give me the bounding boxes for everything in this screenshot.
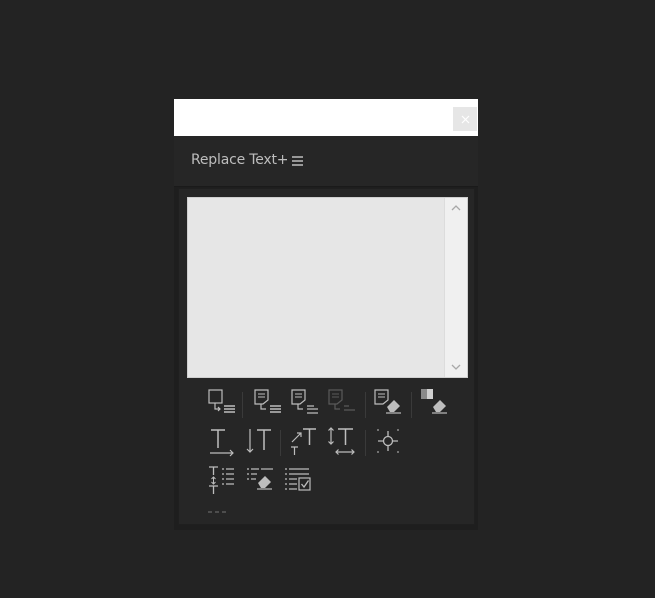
replace-all-text-icon — [328, 389, 355, 411]
checklist-icon — [285, 468, 311, 491]
more-options-icon[interactable] — [207, 510, 227, 514]
toolbar-separator — [242, 392, 243, 418]
replace-layer-text-button[interactable] — [207, 387, 237, 419]
clear-text-eraser-icon — [374, 389, 401, 414]
window-titlebar[interactable] — [174, 99, 478, 136]
vertical-scrollbar[interactable] — [444, 198, 467, 377]
hamburger-menu-icon[interactable] — [292, 155, 303, 167]
replace-text-field[interactable] — [187, 197, 468, 378]
text-tracking-icon — [328, 427, 355, 455]
toolbar-separator — [365, 430, 366, 456]
text-scale-icon — [291, 428, 316, 455]
anchor-crosshair-icon — [377, 429, 399, 453]
close-icon — [461, 115, 469, 123]
clear-list-button[interactable] — [245, 464, 275, 496]
clear-text-button[interactable] — [373, 387, 403, 419]
chevron-down-icon[interactable] — [450, 362, 462, 372]
text-vertical-arrow-icon — [246, 429, 271, 453]
clear-style-button[interactable] — [419, 387, 449, 419]
panel-title: Replace Text+ — [191, 152, 289, 168]
close-button[interactable] — [453, 107, 477, 131]
chevron-up-icon[interactable] — [450, 203, 462, 213]
replace-selected-text-icon — [291, 389, 318, 414]
panel-body — [178, 188, 475, 525]
replace-text-panel: Replace Text+ — [174, 99, 478, 530]
replace-source-text-icon — [254, 389, 281, 413]
text-list-button[interactable] — [207, 464, 237, 496]
clear-style-eraser-icon — [421, 389, 447, 414]
checklist-button[interactable] — [283, 464, 313, 496]
text-direction-vertical-button[interactable] — [245, 425, 275, 457]
replace-all-text-button[interactable] — [327, 387, 357, 419]
replace-layer-text-icon — [208, 389, 235, 413]
text-scale-button[interactable] — [289, 425, 319, 457]
panel-header: Replace Text+ — [174, 136, 478, 187]
toolbar-separator — [280, 430, 281, 456]
clear-list-eraser-icon — [247, 468, 273, 490]
text-list-icon — [209, 466, 234, 494]
toolbar-separator — [365, 392, 366, 418]
toolbar-separator — [411, 392, 412, 418]
replace-source-text-button[interactable] — [253, 387, 283, 419]
text-horizontal-arrow-icon — [210, 429, 234, 457]
replace-selected-text-button[interactable] — [290, 387, 320, 419]
text-tracking-button[interactable] — [327, 425, 357, 457]
text-direction-horizontal-button[interactable] — [207, 425, 237, 457]
anchor-point-button[interactable] — [373, 425, 403, 457]
